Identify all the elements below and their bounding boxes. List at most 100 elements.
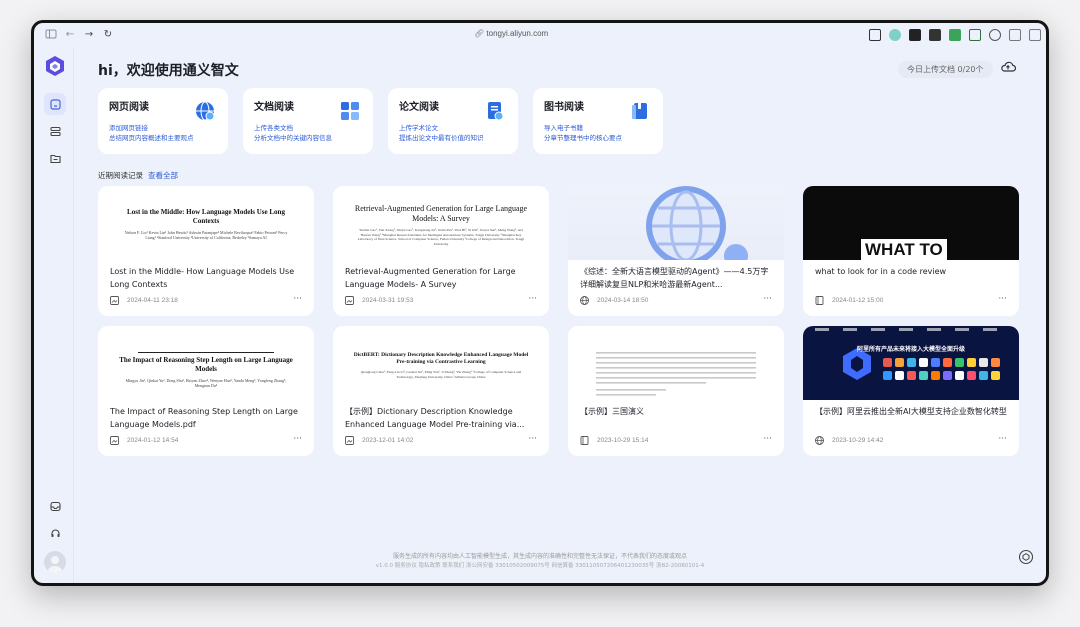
book-reading-card[interactable]: 图书阅读 导入电子书籍 分章节整理书中的核心要点 xyxy=(533,88,663,154)
folder-nav-button[interactable] xyxy=(44,147,66,169)
doc-date: 2023-12-01 14:02 xyxy=(362,437,414,444)
document-reading-card[interactable]: 文档阅读 上传各类文档 分析文档中的关键内容信息 xyxy=(243,88,373,154)
doc-title: The Impact of Reasoning Step Length on L… xyxy=(110,407,298,429)
support-nav-button[interactable] xyxy=(44,522,66,544)
doc-date: 2024-03-14 18:50 xyxy=(597,297,649,304)
back-icon[interactable]: ← xyxy=(63,28,77,42)
view-all-link[interactable]: 查看全部 xyxy=(148,170,178,181)
doc-card[interactable]: WHAT TO what to look for in a code revie… xyxy=(803,186,1019,316)
link-icon: 🔗︎ xyxy=(474,29,485,38)
feature-desc: 上传学术论文 提炼出论文中最有价值的知识 xyxy=(399,123,507,143)
doc-thumbnail: DictBERT: Dictionary Description Knowled… xyxy=(333,326,549,400)
doc-card[interactable]: Lost in the Middle: How Language Models … xyxy=(98,186,314,316)
doc-card[interactable]: 阿里所有产品未来将接入大模型全面升级 【示例】阿里云推出全新AI大模型支持企业数… xyxy=(803,326,1019,456)
book-icon xyxy=(629,100,651,122)
doc-card[interactable]: DictBERT: Dictionary Description Knowled… xyxy=(333,326,549,456)
more-options-icon[interactable]: ··· xyxy=(998,294,1007,304)
book-type-icon xyxy=(815,296,824,305)
event-stage-illustration xyxy=(815,328,1000,380)
doc-title: what to look for in a code review xyxy=(815,267,947,276)
feature-desc-line: 导入电子书籍 xyxy=(544,124,583,132)
page-title: hi，欢迎使用通义智文 xyxy=(98,63,239,79)
doc-title: 【示例】三国演义 xyxy=(580,407,644,416)
home-nav-button[interactable] xyxy=(44,93,66,115)
doc-date: 2024-01-12 14:54 xyxy=(127,437,179,444)
more-options-icon[interactable]: ··· xyxy=(528,434,537,444)
stack-icon xyxy=(49,126,61,136)
doc-thumbnail: Lost in the Middle: How Language Models … xyxy=(98,186,314,260)
image-doc-icon xyxy=(345,296,354,305)
feature-desc-line: 上传各类文档 xyxy=(254,124,293,132)
cover-banner-text: 阿里所有产品未来将接入大模型全面升级 xyxy=(856,346,965,353)
globe-illustration-icon xyxy=(646,186,748,260)
paper-title: The Impact of Reasoning Step Length on L… xyxy=(119,356,293,373)
feature-desc-line: 添加网页链接 xyxy=(109,124,148,132)
footer-links[interactable]: v1.0.0 服务协议 隐私政策 联系我们 浙公网安备 330105020090… xyxy=(34,561,1046,569)
folder-icon xyxy=(49,154,61,163)
assistant-icon[interactable] xyxy=(1018,549,1034,565)
sidebar xyxy=(34,47,74,583)
paper-authors: Qianglong Chen¹, Feng-Lin Li², Guohai Xu… xyxy=(360,370,522,379)
doc-title: Retrieval-Augmented Generation for Large… xyxy=(345,267,516,289)
doc-card[interactable]: Retrieval-Augmented Generation for Large… xyxy=(333,186,549,316)
paper-authors: Mingyu Jin¹, Qinkai Yu², Dong Shu³, Haiy… xyxy=(125,378,287,388)
extension-icon-2[interactable] xyxy=(889,29,901,41)
reload-icon[interactable]: ↻ xyxy=(101,28,115,42)
image-doc-icon xyxy=(110,436,119,445)
extension-icon-5[interactable] xyxy=(949,29,961,41)
paper-rule xyxy=(138,352,274,353)
feature-desc-line: 上传学术论文 xyxy=(399,124,438,132)
extension-icon-7[interactable] xyxy=(989,29,1001,41)
extension-icon-6[interactable] xyxy=(969,29,981,41)
feature-desc: 添加网页链接 总结网页内容概述和主要观点 xyxy=(109,123,217,143)
globe-icon xyxy=(194,100,216,122)
extension-icon-8[interactable] xyxy=(1009,29,1021,41)
sidebar-toggle-icon[interactable] xyxy=(44,28,58,42)
feature-desc-line: 分章节整理书中的核心要点 xyxy=(544,134,622,142)
library-nav-button[interactable] xyxy=(44,120,66,142)
extension-icon-1[interactable] xyxy=(869,29,881,41)
more-options-icon[interactable]: ··· xyxy=(293,294,302,304)
doc-date: 2024-01-12 15:00 xyxy=(832,297,884,304)
forward-icon[interactable]: → xyxy=(82,28,96,42)
doc-date: 2024-03-31 19:53 xyxy=(362,297,414,304)
home-icon xyxy=(49,98,61,110)
cover-banner-text: WHAT TO xyxy=(861,239,947,260)
image-doc-icon xyxy=(345,436,354,445)
document-grid-icon xyxy=(339,100,361,122)
address-bar[interactable]: 🔗︎ tongyi.aliyun.com xyxy=(474,29,548,38)
more-options-icon[interactable]: ··· xyxy=(763,294,772,304)
image-doc-icon xyxy=(110,296,119,305)
paper-title: Retrieval-Augmented Generation for Large… xyxy=(354,204,528,223)
book-type-icon xyxy=(580,436,589,445)
web-globe-icon xyxy=(815,436,824,445)
doc-date: 2023-10-29 15:14 xyxy=(597,437,649,444)
more-options-icon[interactable]: ··· xyxy=(763,434,772,444)
doc-card[interactable]: 【示例】三国演义 2023-10-29 15:14 ··· xyxy=(568,326,784,456)
doc-card[interactable]: The Impact of Reasoning Step Length on L… xyxy=(98,326,314,456)
cloud-upload-icon[interactable] xyxy=(1000,59,1017,75)
inbox-nav-button[interactable] xyxy=(44,495,66,517)
doc-title: Lost in the Middle- How Language Models … xyxy=(110,267,295,289)
headset-icon xyxy=(50,528,60,537)
doc-title: 【示例】阿里云推出全新AI大模型支持企业数智化转型 xyxy=(815,407,1007,416)
app-screen: ← → ↻ 🔗︎ tongyi.aliyun.com hi，欢迎使用通义智文 今… xyxy=(34,23,1046,583)
doc-date: 2024-04-11 23:18 xyxy=(127,297,178,304)
paper-icon xyxy=(484,100,506,122)
more-options-icon[interactable]: ··· xyxy=(998,434,1007,444)
more-options-icon[interactable]: ··· xyxy=(293,434,302,444)
web-globe-icon xyxy=(580,296,589,305)
more-options-icon[interactable]: ··· xyxy=(528,294,537,304)
doc-card[interactable]: 《综述：全新大语言模型驱动的Agent》——4.5万字详细解读复旦NLP和米哈游… xyxy=(568,186,784,316)
web-reading-card[interactable]: 网页阅读 添加网页链接 总结网页内容概述和主要观点 xyxy=(98,88,228,154)
doc-thumbnail: 阿里所有产品未来将接入大模型全面升级 xyxy=(803,326,1019,400)
extension-icon-4[interactable] xyxy=(929,29,941,41)
paper-reading-card[interactable]: 论文阅读 上传学术论文 提炼出论文中最有价值的知识 xyxy=(388,88,518,154)
feature-desc-line: 提炼出论文中最有价值的知识 xyxy=(399,134,484,142)
extension-icon-9[interactable] xyxy=(1029,29,1041,41)
doc-thumbnail xyxy=(568,326,784,400)
feature-desc: 上传各类文档 分析文档中的关键内容信息 xyxy=(254,123,362,143)
extension-icon-3[interactable] xyxy=(909,29,921,41)
tongyi-logo-icon[interactable] xyxy=(44,55,66,77)
browser-toolbar: ← → ↻ 🔗︎ tongyi.aliyun.com xyxy=(34,23,1046,47)
